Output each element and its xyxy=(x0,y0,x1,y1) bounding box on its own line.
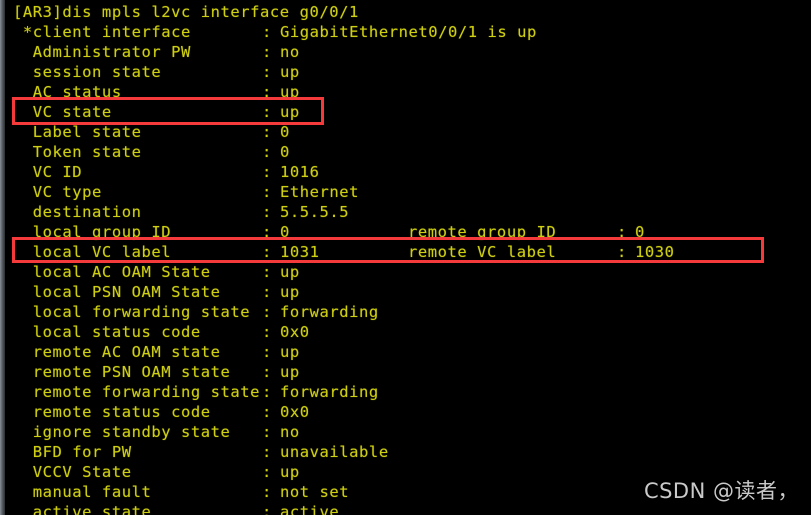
row-value: 1031 xyxy=(280,243,320,261)
row-separator: : xyxy=(262,223,272,241)
row-key: VCCV State xyxy=(13,463,132,481)
row-separator: : xyxy=(262,483,272,501)
row-remote-separator: : xyxy=(617,243,627,261)
row-value: up xyxy=(280,283,300,301)
row-value: forwarding xyxy=(280,303,379,321)
row-key: local VC label xyxy=(13,243,172,261)
row-separator: : xyxy=(262,23,272,41)
row-value: up xyxy=(280,63,300,81)
row-separator: : xyxy=(262,343,272,361)
row-key: Label state xyxy=(13,123,142,141)
row-separator: : xyxy=(262,63,272,81)
row-key: AC status xyxy=(13,83,122,101)
row-value: active xyxy=(280,503,340,515)
row-value: 0 xyxy=(280,223,290,241)
row-remote-key: remote group ID xyxy=(408,223,557,241)
row-key: session state xyxy=(13,63,162,81)
row-separator: : xyxy=(262,383,272,401)
row-value: 1016 xyxy=(280,163,320,181)
row-key: local group ID xyxy=(13,223,172,241)
terminal-output-pane[interactable]: [AR3]dis mpls l2vc interface g0/0/1 *cli… xyxy=(5,0,811,515)
row-key: manual fault xyxy=(13,483,152,501)
row-remote-separator: : xyxy=(617,223,627,241)
row-key: ignore standby state xyxy=(13,423,231,441)
row-separator: : xyxy=(262,323,272,341)
row-key: VC ID xyxy=(13,163,83,181)
prompt-text: [AR3]dis mpls l2vc interface g0/0/1 xyxy=(13,3,359,21)
row-key: local AC OAM State xyxy=(13,263,211,281)
row-separator: : xyxy=(262,463,272,481)
row-value: forwarding xyxy=(280,383,379,401)
row-separator: : xyxy=(262,503,272,515)
row-key: remote status code xyxy=(13,403,211,421)
row-separator: : xyxy=(262,143,272,161)
row-key: remote PSN OAM state xyxy=(13,363,231,381)
row-key: local status code xyxy=(13,323,201,341)
row-value: no xyxy=(280,43,300,61)
row-value: up xyxy=(280,83,300,101)
row-value: 0x0 xyxy=(280,323,310,341)
row-separator: : xyxy=(262,43,272,61)
row-value: Ethernet xyxy=(280,183,360,201)
row-value: unavailable xyxy=(280,443,389,461)
row-key: remote AC OAM state xyxy=(13,343,221,361)
row-key: destination xyxy=(13,203,142,221)
row-remote-value: 1030 xyxy=(635,243,675,261)
row-key: *client interface xyxy=(13,23,191,41)
row-value: up xyxy=(280,263,300,281)
row-separator: : xyxy=(262,243,272,261)
row-separator: : xyxy=(262,263,272,281)
row-separator: : xyxy=(262,83,272,101)
row-separator: : xyxy=(262,103,272,121)
row-separator: : xyxy=(262,283,272,301)
row-value: 0x0 xyxy=(280,403,310,421)
row-value: 0 xyxy=(280,123,290,141)
row-key: Token state xyxy=(13,143,142,161)
terminal-screenshot: [AR3]dis mpls l2vc interface g0/0/1 *cli… xyxy=(0,0,811,515)
row-key: VC state xyxy=(13,103,112,121)
csdn-watermark: CSDN @读者， xyxy=(643,479,799,503)
row-value: up xyxy=(280,363,300,381)
row-separator: : xyxy=(262,423,272,441)
row-separator: : xyxy=(262,183,272,201)
row-key: remote forwarding state xyxy=(13,383,261,401)
row-value: up xyxy=(280,463,300,481)
row-key: Administrator PW xyxy=(13,43,191,61)
row-separator: : xyxy=(262,403,272,421)
row-remote-key: remote VC label xyxy=(408,243,557,261)
row-value: no xyxy=(280,423,300,441)
row-key: BFD for PW xyxy=(13,443,132,461)
row-separator: : xyxy=(262,363,272,381)
row-separator: : xyxy=(262,203,272,221)
row-separator: : xyxy=(262,163,272,181)
row-separator: : xyxy=(262,123,272,141)
row-value: up xyxy=(280,343,300,361)
row-key: active state xyxy=(13,503,152,515)
row-value: not set xyxy=(280,483,350,501)
row-key: local PSN OAM State xyxy=(13,283,221,301)
row-value: 0 xyxy=(280,143,290,161)
row-separator: : xyxy=(262,303,272,321)
row-value: GigabitEthernet0/0/1 is up xyxy=(280,23,537,41)
row-separator: : xyxy=(262,443,272,461)
row-key: VC type xyxy=(13,183,102,201)
row-value: up xyxy=(280,103,300,121)
row-value: 5.5.5.5 xyxy=(280,203,350,221)
row-key: local forwarding state xyxy=(13,303,251,321)
row-remote-value: 0 xyxy=(635,223,645,241)
